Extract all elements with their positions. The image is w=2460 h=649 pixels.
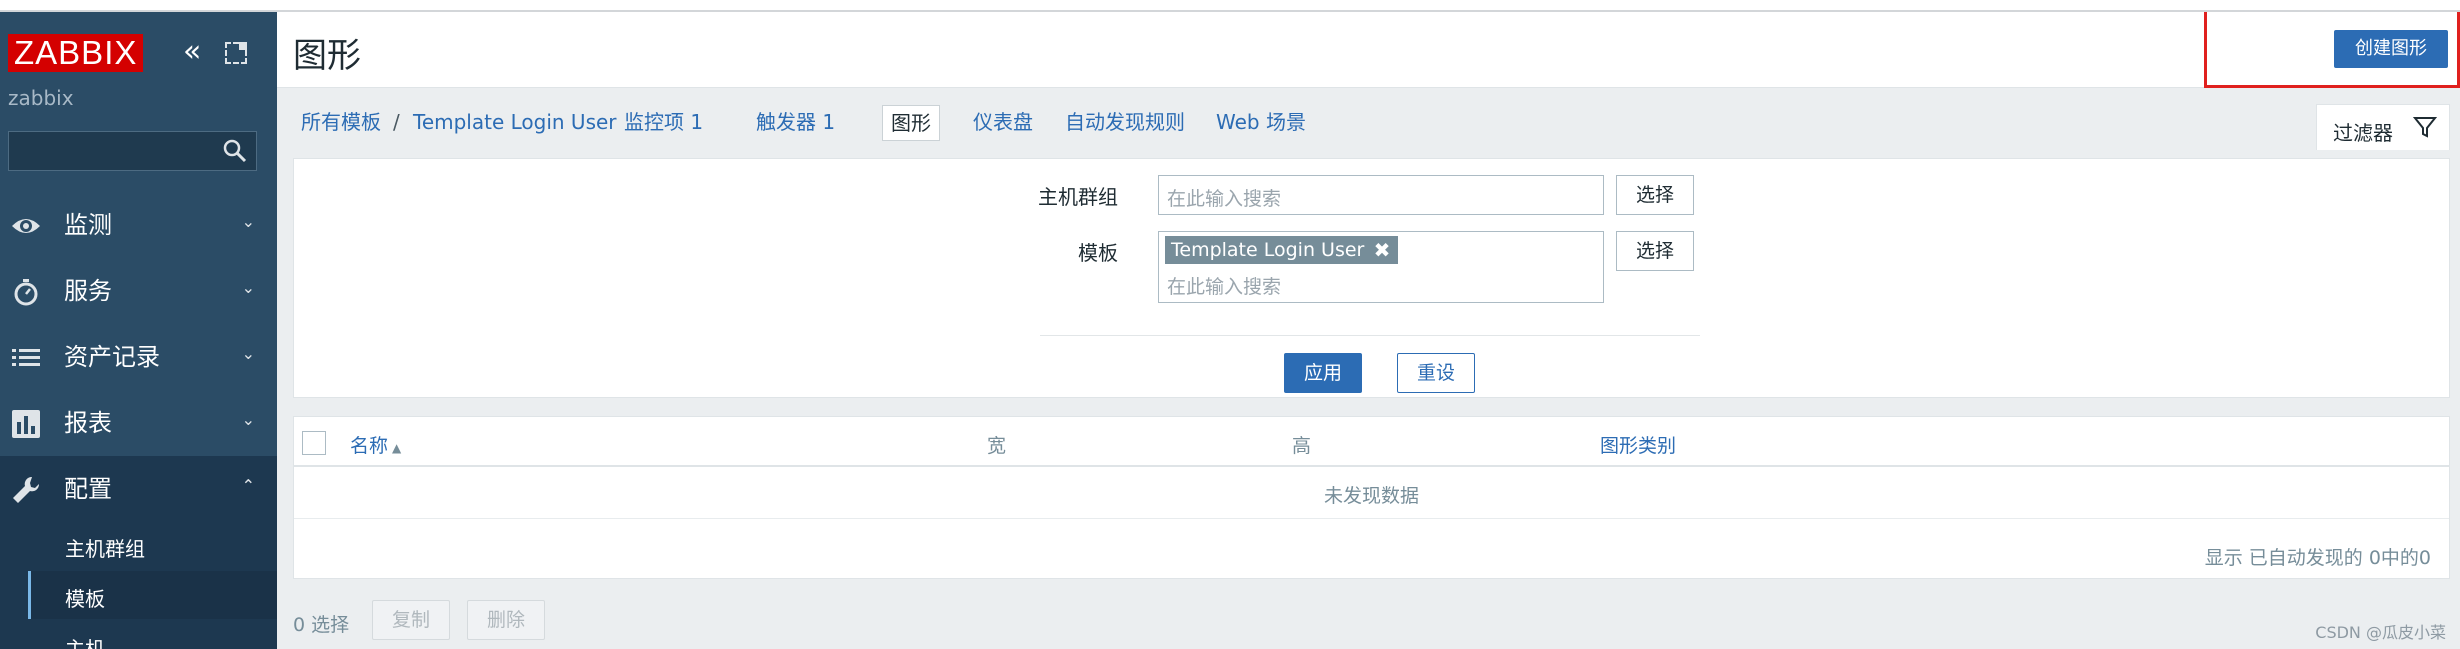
table-row: 未发现数据 [294, 469, 2449, 519]
column-name[interactable]: 名称 ▲ [350, 431, 401, 458]
remove-chip-icon[interactable]: ✖ [1374, 236, 1391, 264]
filter-panel: 主机群组 在此输入搜索 选择 模板 Template Login User ✖ … [293, 158, 2450, 398]
tab-triggers[interactable]: 触发器 1 [756, 105, 835, 139]
copy-button: 复制 [372, 600, 450, 640]
submenu-templates[interactable]: 模板 [28, 571, 277, 619]
menu-monitoring[interactable]: 监测 ⌄ [0, 192, 277, 258]
tab-discovery-rules[interactable]: 自动发现规则 [1065, 105, 1185, 139]
eye-icon [12, 219, 40, 233]
page-header: 图形 创建图形 [277, 8, 2460, 88]
template-input[interactable]: Template Login User ✖ 在此输入搜索 [1158, 231, 1604, 303]
submenu-label: 模板 [65, 587, 105, 611]
page-title: 图形 [293, 36, 361, 76]
submenu-host-groups[interactable]: 主机群组 [28, 521, 277, 569]
host-group-placeholder: 在此输入搜索 [1167, 188, 1282, 210]
filter-tab-label: 过滤器 [2333, 121, 2393, 145]
search-icon[interactable] [222, 138, 248, 164]
bar-chart-icon [12, 410, 40, 438]
column-width: 宽 [987, 435, 1007, 457]
annotation-highlight-box [2204, 8, 2460, 88]
tab-dashboards[interactable]: 仪表盘 [973, 105, 1033, 139]
apply-button[interactable]: 应用 [1284, 353, 1362, 393]
no-data-text: 未发现数据 [1323, 485, 1419, 507]
column-height: 高 [1292, 435, 1312, 457]
filter-tab[interactable]: 过滤器 [2316, 104, 2450, 150]
column-name-label: 名称 [350, 435, 389, 457]
host-group-input[interactable]: 在此输入搜索 [1158, 175, 1604, 215]
submenu-hosts[interactable]: 主机 [28, 621, 277, 649]
submenu-label: 主机 [65, 637, 105, 649]
breadcrumb-template[interactable]: Template Login User [413, 105, 617, 139]
reset-button[interactable]: 重设 [1397, 353, 1475, 393]
host-group-select-button[interactable]: 选择 [1616, 175, 1694, 215]
template-select-button[interactable]: 选择 [1616, 231, 1694, 271]
menu-label: 服务 [64, 277, 112, 305]
menu-reports[interactable]: 报表 ⌄ [0, 390, 277, 456]
breadcrumb-separator: / [393, 110, 400, 134]
menu-label: 监测 [64, 211, 112, 239]
stopwatch-icon [14, 279, 38, 306]
table-summary: 显示 已自动发现的 0中的0 [2204, 547, 2431, 569]
delete-button: 删除 [467, 600, 545, 640]
main-content: 图形 创建图形 所有模板 / Template Login User 监控项 1… [277, 8, 2460, 649]
chevron-down-icon: ⌄ [241, 278, 255, 297]
server-name: zabbix [8, 86, 74, 110]
list-icon [12, 349, 40, 366]
menu-configuration[interactable]: 配置 ⌃ [0, 456, 277, 522]
menu-label: 报表 [64, 409, 112, 437]
column-graph-type[interactable]: 图形类别 [1600, 431, 1676, 458]
sort-up-icon: ▲ [392, 441, 402, 455]
funnel-icon [2413, 117, 2437, 138]
sidebar: ZABBIX « zabbix 监测 ⌄ 服务 ⌄ 资产记录 ⌄ 报表 ⌄ 配置… [0, 0, 277, 649]
template-label: 模板 [1078, 241, 1118, 265]
menu-label: 配置 [64, 475, 112, 503]
filter-divider [1040, 335, 1700, 336]
submenu-label: 主机群组 [65, 537, 145, 561]
kiosk-mode-icon[interactable] [225, 42, 247, 64]
tab-graphs[interactable]: 图形 [882, 105, 940, 141]
chevron-down-icon: ⌄ [241, 344, 255, 363]
graphs-table: 名称 ▲ 宽 高 图形类别 未发现数据 显示 已自动发现的 0中的0 [293, 416, 2450, 579]
tab-items[interactable]: 监控项 1 [624, 105, 703, 139]
tab-web-scenarios[interactable]: Web 场景 [1216, 105, 1306, 139]
chevron-down-icon: ⌄ [241, 212, 255, 231]
template-placeholder: 在此输入搜索 [1167, 276, 1282, 298]
menu-services[interactable]: 服务 ⌄ [0, 258, 277, 324]
chevron-up-icon: ⌃ [241, 476, 255, 495]
zabbix-logo[interactable]: ZABBIX [8, 34, 144, 72]
template-chip-label: Template Login User [1171, 239, 1365, 261]
sidebar-search-input[interactable] [8, 131, 257, 171]
chevron-down-icon: ⌄ [241, 410, 255, 429]
table-header: 名称 ▲ 宽 高 图形类别 [294, 417, 2449, 467]
menu-inventory[interactable]: 资产记录 ⌄ [0, 324, 277, 390]
wrench-icon [13, 476, 40, 503]
host-group-label: 主机群组 [1038, 185, 1118, 209]
template-chip: Template Login User ✖ [1165, 236, 1399, 264]
select-all-checkbox[interactable] [302, 431, 326, 455]
watermark: CSDN @瓜皮小菜 [2315, 623, 2446, 642]
collapse-sidebar-button[interactable]: « [183, 37, 213, 68]
menu-label: 资产记录 [64, 343, 160, 371]
breadcrumb-all-templates[interactable]: 所有模板 [301, 105, 381, 139]
configuration-submenu: 主机群组 模板 主机 [0, 521, 277, 649]
browser-top-strip [0, 0, 2460, 12]
selected-count: 0 选择 [293, 614, 350, 636]
